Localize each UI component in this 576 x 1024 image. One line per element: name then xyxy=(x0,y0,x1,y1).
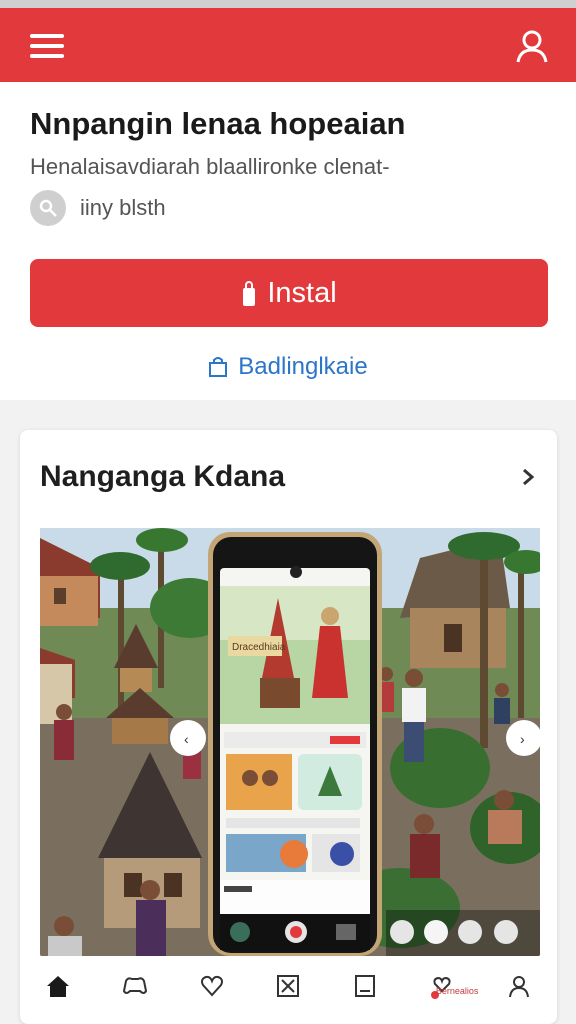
app-title: Nnpangin lenaa hopeaian xyxy=(30,106,406,141)
card-title: Nanganga Kdana xyxy=(40,460,286,493)
heart-icon xyxy=(200,975,223,997)
nav-profile[interactable] xyxy=(497,964,541,1008)
app-description-line2: iiny blsth xyxy=(80,195,166,220)
menu-line xyxy=(30,34,64,38)
card-open-button[interactable] xyxy=(517,466,539,488)
chevron-right-icon xyxy=(523,468,535,486)
preview-card: Nanganga Kdana ‹ › Dracedhiaia xyxy=(20,430,557,1024)
app-info-section: Nnpangin lenaa hopeaian Henalaisavdiarah… xyxy=(0,82,576,400)
library-icon xyxy=(355,975,376,997)
nav-games[interactable] xyxy=(113,964,157,1008)
person-icon xyxy=(508,976,529,998)
nav-library[interactable] xyxy=(343,964,387,1008)
phone-banner-text: Dracedhiaia xyxy=(232,642,286,653)
nav-offers[interactable]: Bernealios xyxy=(420,964,478,1008)
status-strip xyxy=(0,0,576,8)
app-header xyxy=(0,8,576,82)
home-icon xyxy=(47,976,70,997)
app-description-line1: Henalaisavdiarah blaallironke clenat- xyxy=(30,154,390,179)
gamepad-icon xyxy=(122,977,148,994)
secondary-link-label: Badlinglkaie xyxy=(238,353,368,380)
menu-line xyxy=(30,54,64,58)
account-button[interactable] xyxy=(512,26,552,66)
install-button[interactable]: Instal xyxy=(30,259,548,327)
screenshot-illustration: ‹ › Dracedhiaia xyxy=(40,528,540,956)
preview-image: ‹ › Dracedhiaia xyxy=(40,528,540,956)
lock-icon xyxy=(243,281,256,306)
grid-box-icon xyxy=(277,975,300,997)
nav-badge-label: Bernealios xyxy=(435,986,479,996)
secondary-link[interactable]: Badlinglkaie xyxy=(0,350,576,384)
install-label: Instal xyxy=(267,276,337,309)
description-row: iiny blsth xyxy=(30,190,166,226)
bag-icon xyxy=(209,357,228,377)
menu-button[interactable] xyxy=(28,32,68,60)
nav-home[interactable] xyxy=(36,964,80,1008)
svg-text:›: › xyxy=(520,731,525,747)
user-icon xyxy=(516,30,548,63)
tag-icon xyxy=(30,190,66,226)
nav-apps[interactable] xyxy=(266,964,310,1008)
menu-line xyxy=(30,44,64,48)
nav-favorites[interactable] xyxy=(190,964,234,1008)
svg-text:‹: ‹ xyxy=(184,731,189,747)
bottom-navigation: Bernealios xyxy=(20,960,557,1012)
